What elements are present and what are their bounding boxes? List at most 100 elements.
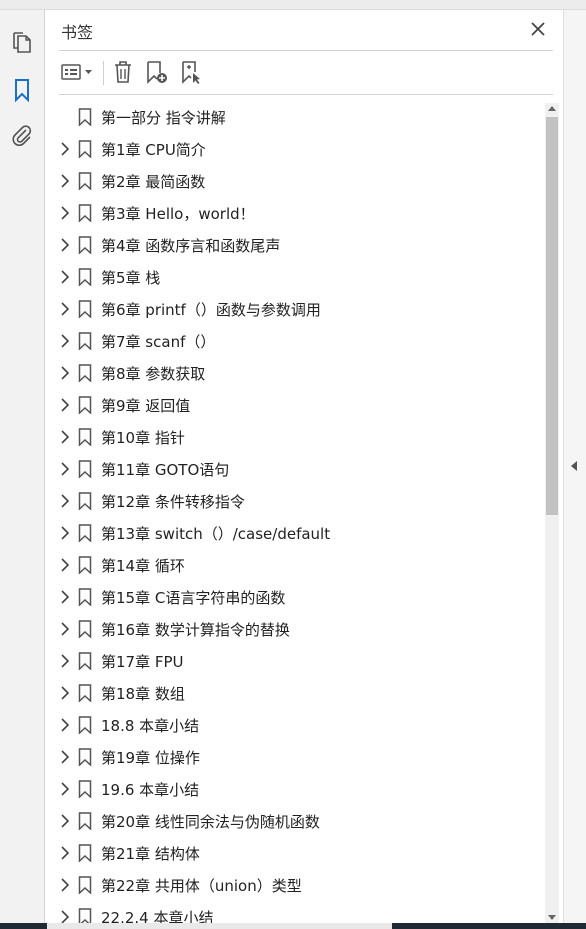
chevron-right-icon[interactable] — [58, 782, 72, 796]
close-icon[interactable] — [527, 18, 549, 40]
chevron-right-icon[interactable] — [58, 622, 72, 636]
bookmark-item[interactable]: 第15章 C语言字符串的函数 — [45, 581, 543, 613]
delete-icon[interactable] — [109, 58, 137, 86]
right-pane-divider — [563, 10, 586, 929]
bookmark-item[interactable]: 第14章 循环 — [45, 549, 543, 581]
options-menu-icon[interactable] — [59, 58, 97, 86]
bookmark-label: 19.6 本章小结 — [101, 781, 200, 799]
scroll-up-icon[interactable] — [548, 106, 556, 111]
bookmark-item[interactable]: 第9章 返回值 — [45, 389, 543, 421]
bookmark-item[interactable]: 第13章 switch（）/case/default — [45, 517, 543, 549]
divider — [59, 94, 553, 95]
bookmark-label: 第4章 函数序言和函数尾声 — [101, 237, 281, 255]
chevron-right-icon[interactable] — [58, 238, 72, 252]
new-bookmark-icon[interactable] — [143, 58, 171, 86]
window-bottom-edge — [0, 923, 586, 929]
bookmark-item[interactable]: 第17章 FPU — [45, 645, 543, 677]
bookmark-list: 第一部分 指令讲解第1章 CPU简介第2章 最简函数第3章 Hello，worl… — [45, 101, 543, 923]
chevron-right-icon[interactable] — [58, 142, 72, 156]
bookmark-item[interactable]: 第20章 线性同余法与伪随机函数 — [45, 805, 543, 837]
bookmark-item[interactable]: 第12章 条件转移指令 — [45, 485, 543, 517]
collapse-left-icon[interactable] — [571, 461, 577, 471]
chevron-right-icon[interactable] — [58, 462, 72, 476]
bookmark-item[interactable]: 第10章 指针 — [45, 421, 543, 453]
bookmark-label: 第11章 GOTO语句 — [101, 461, 230, 479]
bookmark-icon — [78, 556, 92, 575]
chevron-right-icon[interactable] — [58, 686, 72, 700]
chevron-right-icon[interactable] — [58, 366, 72, 380]
chevron-right-icon[interactable] — [58, 334, 72, 348]
bookmark-label: 第15章 C语言字符串的函数 — [101, 589, 286, 607]
bookmark-item[interactable]: 第21章 结构体 — [45, 837, 543, 869]
bookmark-item[interactable]: 第一部分 指令讲解 — [45, 101, 543, 133]
chevron-right-icon[interactable] — [58, 846, 72, 860]
bookmark-icon — [78, 812, 92, 831]
bookmark-item[interactable]: 19.6 本章小结 — [45, 773, 543, 805]
bookmark-icon — [78, 652, 92, 671]
bookmark-item[interactable]: 18.8 本章小结 — [45, 709, 543, 741]
bookmark-item[interactable]: 第5章 栈 — [45, 261, 543, 293]
navigation-rail — [0, 10, 45, 929]
bookmark-icon — [78, 876, 92, 895]
bookmark-item[interactable]: 第4章 函数序言和函数尾声 — [45, 229, 543, 261]
bookmark-from-structure-icon[interactable] — [177, 58, 205, 86]
bookmark-label: 第10章 指针 — [101, 429, 185, 447]
chevron-right-icon[interactable] — [58, 590, 72, 604]
horizontal-scroll-region — [47, 923, 392, 929]
bookmark-label: 第6章 printf（）函数与参数调用 — [101, 301, 321, 319]
bookmark-item[interactable]: 第8章 参数获取 — [45, 357, 543, 389]
bookmark-item[interactable]: 第7章 scanf（） — [45, 325, 543, 357]
chevron-right-icon[interactable] — [58, 718, 72, 732]
attachment-icon[interactable] — [9, 122, 35, 148]
chevron-right-icon[interactable] — [58, 302, 72, 316]
bookmark-label: 第3章 Hello，world！ — [101, 205, 255, 223]
bookmark-item[interactable]: 第1章 CPU简介 — [45, 133, 543, 165]
chevron-right-icon[interactable] — [58, 750, 72, 764]
bookmark-item[interactable]: 第22章 共用体（union）类型 — [45, 869, 543, 901]
chevron-right-icon[interactable] — [58, 654, 72, 668]
chevron-right-icon[interactable] — [58, 398, 72, 412]
chevron-right-icon[interactable] — [58, 430, 72, 444]
bookmark-item[interactable]: 第11章 GOTO语句 — [45, 453, 543, 485]
scroll-down-icon[interactable] — [548, 915, 556, 920]
bookmark-item[interactable]: 第18章 数组 — [45, 677, 543, 709]
bookmark-label: 22.2.4 本章小结 — [101, 909, 214, 923]
chevron-right-icon[interactable] — [58, 558, 72, 572]
bookmark-icon[interactable] — [9, 77, 35, 103]
bookmark-icon — [78, 268, 92, 287]
bookmark-icon — [78, 844, 92, 863]
chevron-right-icon[interactable] — [58, 526, 72, 540]
chevron-right-icon[interactable] — [58, 206, 72, 220]
bookmark-icon — [78, 780, 92, 799]
chevron-right-icon[interactable] — [58, 814, 72, 828]
bookmark-label: 第2章 最简函数 — [101, 173, 206, 191]
bookmark-label: 第20章 线性同余法与伪随机函数 — [101, 813, 320, 831]
chevron-right-icon[interactable] — [58, 910, 72, 923]
bookmark-label: 第一部分 指令讲解 — [101, 109, 226, 127]
bookmark-icon — [78, 172, 92, 191]
chevron-right-icon[interactable] — [58, 878, 72, 892]
bookmark-icon — [78, 428, 92, 447]
bookmark-icon — [78, 684, 92, 703]
bookmark-toolbar — [59, 58, 553, 88]
bookmark-item[interactable]: 第6章 printf（）函数与参数调用 — [45, 293, 543, 325]
bookmark-icon — [78, 908, 92, 923]
bookmark-icon — [78, 748, 92, 767]
scrollbar-thumb[interactable] — [546, 117, 558, 515]
bookmark-icon — [78, 492, 92, 511]
bookmark-item[interactable]: 第16章 数学计算指令的替换 — [45, 613, 543, 645]
bookmark-label: 第17章 FPU — [101, 653, 184, 671]
bookmark-label: 第14章 循环 — [101, 557, 185, 575]
bookmark-label: 第9章 返回值 — [101, 397, 191, 415]
bookmark-item[interactable]: 22.2.4 本章小结 — [45, 901, 543, 923]
chevron-right-icon[interactable] — [58, 174, 72, 188]
bookmark-item[interactable]: 第2章 最简函数 — [45, 165, 543, 197]
chevron-right-icon[interactable] — [58, 270, 72, 284]
bookmark-label: 第7章 scanf（） — [101, 333, 216, 351]
bookmark-item[interactable]: 第3章 Hello，world！ — [45, 197, 543, 229]
panel-title: 书签 — [61, 23, 94, 42]
bookmark-item[interactable]: 第19章 位操作 — [45, 741, 543, 773]
scrollbar[interactable] — [545, 103, 559, 923]
chevron-right-icon[interactable] — [58, 494, 72, 508]
pages-icon[interactable] — [9, 30, 35, 56]
